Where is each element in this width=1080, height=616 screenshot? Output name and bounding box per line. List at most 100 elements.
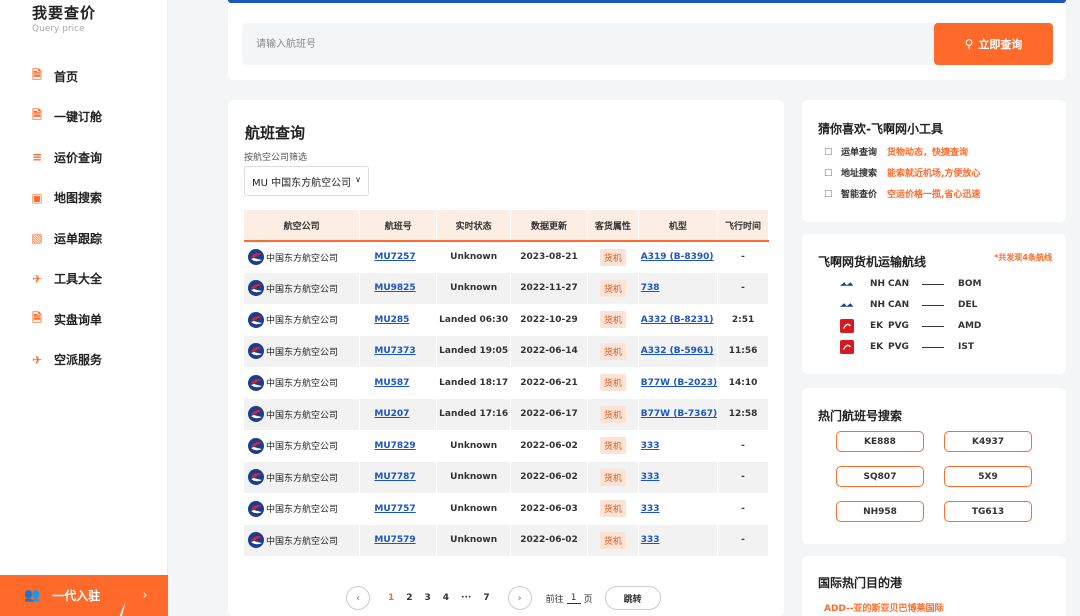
aircraft-link[interactable]: A332 (B-8231) xyxy=(641,315,714,325)
sidebar-item-7[interactable]: ✈ 空派服务 xyxy=(0,340,168,381)
search-icon: □ xyxy=(824,188,833,199)
airline-name: 中国东方航空公司 xyxy=(266,536,339,547)
aircraft-link[interactable]: A319 (B-8390) xyxy=(641,252,714,262)
column-header: 数据更新 xyxy=(510,210,589,242)
search-button[interactable]: ⚲ 立即查询 xyxy=(934,23,1053,65)
page-number[interactable]: 2 xyxy=(406,593,412,603)
airline-cell: 中国东方航空公司 xyxy=(244,367,361,399)
duration-cell: 14:10 xyxy=(717,367,769,399)
aircraft-link[interactable]: 333 xyxy=(641,504,660,514)
updated-cell: 2022-06-02 xyxy=(510,461,589,493)
airline-name: 中国东方航空公司 xyxy=(266,473,339,484)
sidebar-item-6[interactable]: 🗎 实盘询单 xyxy=(0,299,168,340)
duration-cell: - xyxy=(717,272,769,304)
updated-cell: 2022-11-27 xyxy=(510,272,589,304)
ports-card: 国际热门目的港 ADD--亚的斯亚贝巴博莱国际 xyxy=(802,556,1066,616)
route-item[interactable]: NH CAN BOM xyxy=(838,278,981,290)
aircraft-link[interactable]: 333 xyxy=(641,535,660,545)
hot-flight-chip[interactable]: K4937 xyxy=(944,431,1032,452)
flight-number-link[interactable]: MU587 xyxy=(374,378,409,388)
tool-desc: 空运价格一揽,省心迅速 xyxy=(887,190,981,200)
aircraft-link[interactable]: B77W (B-7367) xyxy=(641,409,717,419)
updated-cell: 2022-06-17 xyxy=(510,398,589,430)
aircraft-link[interactable]: 333 xyxy=(641,472,660,482)
flight-number-link[interactable]: MU207 xyxy=(374,409,409,419)
hot-flight-chip[interactable]: TG613 xyxy=(944,501,1032,522)
page-title: 航班查询 xyxy=(245,124,306,142)
flight-number-link[interactable]: MU7787 xyxy=(374,472,415,482)
flight-search-input[interactable] xyxy=(242,23,1052,65)
plane-icon: ✈ xyxy=(31,271,43,286)
routes-count-note: *共发现4条航线 xyxy=(994,253,1052,262)
updated-cell: 2022-06-02 xyxy=(510,524,589,556)
sidebar-item-3[interactable]: ▣ 地图搜索 xyxy=(0,178,168,219)
airline: 中国东方航空公司 xyxy=(244,531,359,549)
ana-logo-icon xyxy=(838,299,856,311)
sidebar-item-5[interactable]: ✈ 工具大全 xyxy=(0,259,168,300)
type-cell: 货机 xyxy=(587,367,639,399)
aircraft-link[interactable]: A332 (B-5961) xyxy=(641,346,714,356)
flight-number-link[interactable]: MU7757 xyxy=(374,504,415,514)
sidebar-item-4[interactable]: ▧ 运单跟踪 xyxy=(0,218,168,259)
hot-flight-chip[interactable]: SQ807 xyxy=(836,466,924,487)
tool-item[interactable]: □ 运单查询 货物动态，快捷查询 xyxy=(824,145,968,159)
china-eastern-logo-icon xyxy=(248,437,264,454)
page-number[interactable]: 7 xyxy=(483,593,489,603)
flight-number-link[interactable]: MU7829 xyxy=(374,441,415,451)
route-item[interactable]: EK PVG IST xyxy=(838,340,974,354)
flight-number-link[interactable]: MU7579 xyxy=(374,535,415,545)
routes-title: 飞啊网货机运输航线 xyxy=(818,255,927,269)
goto-page: 前往 1 页 xyxy=(546,592,593,605)
aircraft-link[interactable]: 333 xyxy=(641,441,660,451)
tool-item[interactable]: □ 地址搜索 能索就近机场,方便放心 xyxy=(824,166,980,180)
table-row: 中国东方航空公司 MU285 Landed 06:30 2022-10-29 货机 A33… xyxy=(244,304,769,336)
airline-name: 中国东方航空公司 xyxy=(266,442,339,453)
prev-page-button[interactable]: ‹ xyxy=(346,586,370,610)
table-row: 中国东方航空公司 MU7579 Unknown 2022-06-02 货机 333 - xyxy=(244,524,769,556)
flight-cell: MU9825 xyxy=(359,272,438,304)
route-item[interactable]: EK PVG AMD xyxy=(838,319,981,333)
tool-item[interactable]: □ 智能查价 空运价格一揽,省心迅速 xyxy=(824,187,981,201)
china-eastern-logo-icon xyxy=(248,374,264,391)
flight-cell: MU587 xyxy=(359,367,438,399)
sidebar-item-label: 地图搜索 xyxy=(54,191,103,206)
page-number[interactable]: 4 xyxy=(443,593,449,603)
sidebar-item-label: 空派服务 xyxy=(54,353,103,368)
flight-number-link[interactable]: MU7373 xyxy=(374,346,415,356)
ana-logo-icon xyxy=(838,278,856,290)
route-item[interactable]: NH CAN DEL xyxy=(838,299,977,311)
hot-flight-chip[interactable]: KE888 xyxy=(836,431,924,452)
flight-number-link[interactable]: MU7257 xyxy=(374,252,415,262)
filter-label: 按航空公司筛选 xyxy=(244,153,308,163)
flight-query-card: 航班查询 按航空公司筛选 MU 中国东方航空公司 ∨ 航空公司 航班号 实时状态 数据… xyxy=(228,100,784,616)
type-cell: 货机 xyxy=(587,461,639,493)
page-number[interactable]: ··· xyxy=(461,593,471,603)
aircraft-link[interactable]: 738 xyxy=(641,283,660,293)
flight-number-link[interactable]: MU285 xyxy=(374,315,409,325)
sidebar-item-1[interactable]: 🗎 一键订舱 xyxy=(0,97,168,138)
airline-select[interactable]: MU 中国东方航空公司 ∨ xyxy=(244,166,369,196)
chevron-left-icon: ‹ xyxy=(355,592,361,604)
flight-cell: MU7787 xyxy=(359,461,438,493)
column-header: 实时状态 xyxy=(436,210,512,242)
brand-title: 我要查价 xyxy=(32,4,97,22)
airline-select-value: MU 中国东方航空公司 xyxy=(252,177,352,189)
jump-button[interactable]: 跳转 xyxy=(604,586,661,610)
table-header-row: 航空公司 航班号 实时状态 数据更新 客货属性 机型 飞行时间 xyxy=(244,210,769,242)
aircraft-link[interactable]: B77W (B-2023) xyxy=(641,378,717,388)
page-number[interactable]: 1 xyxy=(388,593,394,603)
hot-flight-chip[interactable]: NH958 xyxy=(836,501,924,522)
flight-cell: MU7373 xyxy=(359,335,438,367)
goto-page-input[interactable]: 1 xyxy=(566,593,581,604)
cargo-type-badge: 货机 xyxy=(599,248,626,266)
users-icon: 👥 xyxy=(24,588,41,603)
page-number[interactable]: 3 xyxy=(425,593,431,603)
port-link[interactable]: ADD--亚的斯亚贝巴博莱国际 xyxy=(824,601,944,614)
hot-flight-chip[interactable]: 5X9 xyxy=(944,466,1032,487)
status-cell: Unknown xyxy=(436,524,512,556)
next-page-button[interactable]: › xyxy=(507,586,532,610)
flight-number-link[interactable]: MU9825 xyxy=(374,283,415,293)
sidebar-item-2[interactable]: ≡ 运价查询 xyxy=(0,137,168,178)
join-button[interactable]: 👥 一代入驻 xyxy=(0,575,136,616)
sidebar-item-0[interactable]: 🗎 首页 xyxy=(0,56,168,97)
